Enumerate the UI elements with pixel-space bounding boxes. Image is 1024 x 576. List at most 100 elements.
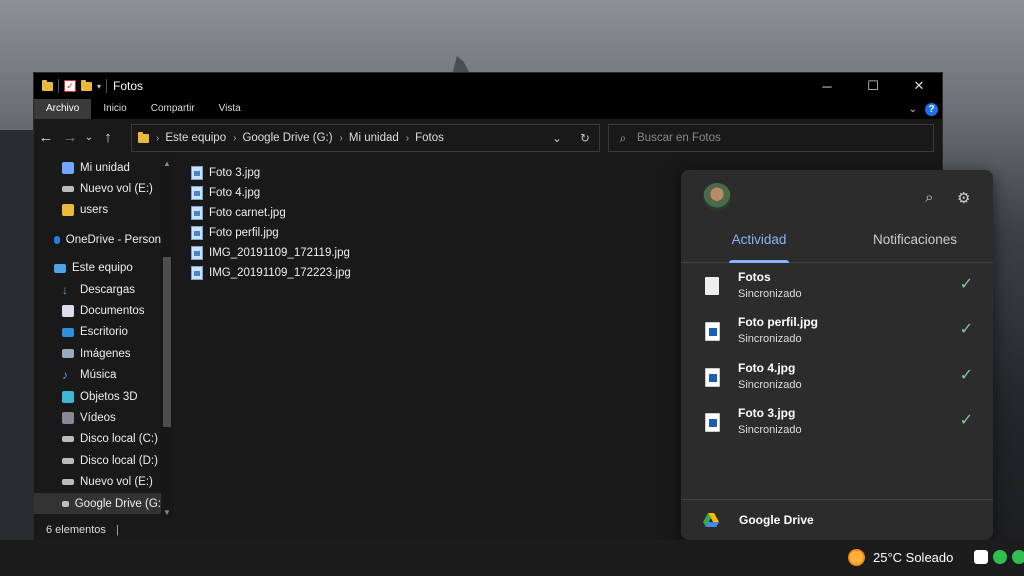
properties-icon[interactable]: ✓ bbox=[64, 80, 76, 92]
check-icon: ✓ bbox=[959, 321, 973, 338]
desktop-icon bbox=[62, 327, 74, 337]
breadcrumb-este-equipo[interactable]: Este equipo bbox=[165, 132, 226, 144]
check-icon: ✓ bbox=[959, 367, 973, 384]
drive-tabs: Actividad Notificaciones bbox=[681, 230, 993, 263]
list-item[interactable]: IMG_20191109_172119.jpg bbox=[191, 243, 351, 263]
background-figure bbox=[0, 130, 34, 540]
drive-icon bbox=[62, 457, 74, 464]
sidebar-item-videos[interactable]: Vídeos bbox=[34, 407, 161, 428]
tray-app-icon[interactable] bbox=[1012, 550, 1024, 564]
list-item[interactable]: Foto perfil.jpg bbox=[191, 223, 351, 243]
minimize-button[interactable]: ─ bbox=[804, 73, 850, 99]
weather-widget[interactable]: 25°C Soleado bbox=[848, 549, 953, 566]
navigation-pane: Mi unidad Nuevo vol (E:) users OneDrive … bbox=[34, 157, 161, 519]
expand-ribbon-icon[interactable]: ⌄ bbox=[909, 104, 917, 115]
image-file-icon bbox=[191, 246, 203, 260]
tab-compartir[interactable]: Compartir bbox=[139, 99, 207, 119]
scroll-up-icon[interactable]: ▲ bbox=[161, 159, 173, 168]
sidebar-item-nuevo-vol-e[interactable]: Nuevo vol (E:) bbox=[34, 178, 161, 199]
search-icon: ⌕ bbox=[619, 130, 627, 145]
search-icon[interactable]: ⌕ bbox=[925, 189, 933, 206]
sidebar-item-google-drive[interactable]: Google Drive (G: bbox=[34, 492, 161, 515]
refresh-icon[interactable]: ↻ bbox=[571, 131, 599, 145]
check-icon: ✓ bbox=[959, 412, 973, 429]
help-icon[interactable]: ? bbox=[925, 102, 938, 116]
activity-item[interactable]: Fotos Sincronizado ✓ bbox=[681, 264, 993, 309]
new-folder-icon[interactable] bbox=[81, 79, 92, 91]
cube-icon bbox=[62, 390, 74, 403]
address-dropdown-icon[interactable]: ⌄ bbox=[543, 131, 571, 145]
up-arrow-icon[interactable]: ↑ bbox=[96, 129, 120, 146]
sidebar-item-mi-unidad[interactable]: Mi unidad bbox=[34, 157, 161, 178]
list-item[interactable]: Foto 4.jpg bbox=[191, 183, 351, 203]
sidebar-item-disco-d[interactable]: Disco local (D:) bbox=[34, 450, 161, 471]
check-icon: ✓ bbox=[959, 276, 973, 293]
chevron-right-icon[interactable]: › bbox=[233, 133, 236, 144]
sidebar-item-disco-c[interactable]: Disco local (C:) bbox=[34, 429, 161, 450]
sidebar-item-objetos-3d[interactable]: Objetos 3D bbox=[34, 386, 161, 407]
maximize-button[interactable]: ☐ bbox=[850, 73, 896, 99]
sun-icon bbox=[848, 549, 865, 566]
chevron-right-icon[interactable]: › bbox=[406, 133, 409, 144]
search-input[interactable]: Buscar en Fotos bbox=[637, 132, 721, 144]
download-icon: ↓ bbox=[62, 282, 68, 297]
chevron-right-icon[interactable]: › bbox=[340, 133, 343, 144]
sidebar-item-este-equipo[interactable]: Este equipo bbox=[34, 258, 161, 279]
avatar[interactable] bbox=[703, 183, 731, 211]
sidebar-item-documentos[interactable]: Documentos bbox=[34, 300, 161, 321]
document-icon bbox=[62, 305, 74, 318]
tab-archivo[interactable]: Archivo bbox=[34, 99, 92, 119]
chevron-right-icon[interactable]: › bbox=[156, 133, 159, 144]
close-button[interactable]: ✕ bbox=[896, 73, 942, 99]
back-arrow-icon[interactable]: ← bbox=[34, 129, 58, 146]
tab-vista[interactable]: Vista bbox=[207, 99, 253, 119]
image-file-icon bbox=[705, 322, 720, 341]
list-item[interactable]: Foto carnet.jpg bbox=[191, 203, 351, 223]
drive-icon bbox=[62, 500, 69, 507]
activity-item[interactable]: Foto 4.jpg Sincronizado ✓ bbox=[681, 355, 993, 400]
customize-dropdown-icon[interactable]: ▾ bbox=[97, 82, 101, 91]
recent-locations-icon[interactable]: ⌄ bbox=[82, 132, 96, 143]
file-list: Foto 3.jpg Foto 4.jpg Foto carnet.jpg Fo… bbox=[191, 163, 351, 283]
address-bar[interactable]: › Este equipo › Google Drive (G:) › Mi u… bbox=[131, 124, 600, 152]
sidebar-item-users[interactable]: users bbox=[34, 200, 161, 221]
tab-inicio[interactable]: Inicio bbox=[91, 99, 138, 119]
folder-icon bbox=[138, 131, 149, 143]
sidebar-item-escritorio[interactable]: Escritorio bbox=[34, 322, 161, 343]
music-icon: ♪ bbox=[62, 368, 68, 383]
divider bbox=[106, 79, 108, 93]
sidebar-scrollbar[interactable]: ▲ ▼ bbox=[161, 157, 173, 519]
image-file-icon bbox=[191, 266, 203, 280]
search-box[interactable]: ⌕ Buscar en Fotos bbox=[608, 124, 934, 152]
tab-actividad[interactable]: Actividad bbox=[681, 230, 837, 263]
list-item[interactable]: IMG_20191109_172223.jpg bbox=[191, 263, 351, 283]
gear-icon[interactable]: ⚙ bbox=[957, 189, 970, 207]
list-item[interactable]: Foto 3.jpg bbox=[191, 163, 351, 183]
activity-item[interactable]: Foto 3.jpg Sincronizado ✓ bbox=[681, 400, 993, 445]
video-icon bbox=[62, 411, 74, 424]
sidebar-item-musica[interactable]: ♪ Música bbox=[34, 365, 161, 386]
title-bar: ✓ ▾ Fotos ─ ☐ ✕ bbox=[34, 73, 942, 99]
folder-icon bbox=[42, 79, 53, 91]
image-file-icon bbox=[191, 166, 203, 180]
breadcrumb-mi-unidad[interactable]: Mi unidad bbox=[349, 132, 399, 144]
sidebar-item-descargas[interactable]: ↓ Descargas bbox=[34, 279, 161, 300]
image-file-icon bbox=[191, 206, 203, 220]
sidebar-item-nuevo-vol-e-2[interactable]: Nuevo vol (E:) bbox=[34, 471, 161, 492]
drive-icon bbox=[62, 186, 74, 193]
sidebar-item-onedrive[interactable]: OneDrive - Person bbox=[34, 229, 161, 250]
drive-app-label: Google Drive bbox=[739, 513, 814, 527]
drive-icon bbox=[62, 479, 74, 486]
scroll-down-icon[interactable]: ▼ bbox=[161, 508, 173, 517]
google-drive-tray-icon[interactable] bbox=[974, 550, 988, 564]
google-drive-icon bbox=[703, 513, 719, 527]
activity-item[interactable]: Foto perfil.jpg Sincronizado ✓ bbox=[681, 309, 993, 354]
drive-footer[interactable]: Google Drive bbox=[681, 499, 993, 540]
tab-notificaciones[interactable]: Notificaciones bbox=[837, 230, 993, 262]
breadcrumb-fotos[interactable]: Fotos bbox=[415, 132, 444, 144]
breadcrumb-google-drive[interactable]: Google Drive (G:) bbox=[242, 132, 332, 144]
sidebar-item-imagenes[interactable]: Imágenes bbox=[34, 343, 161, 364]
scrollbar-thumb[interactable] bbox=[163, 257, 171, 427]
tray-app-icon[interactable] bbox=[993, 550, 1007, 564]
forward-arrow-icon[interactable]: → bbox=[58, 129, 82, 146]
